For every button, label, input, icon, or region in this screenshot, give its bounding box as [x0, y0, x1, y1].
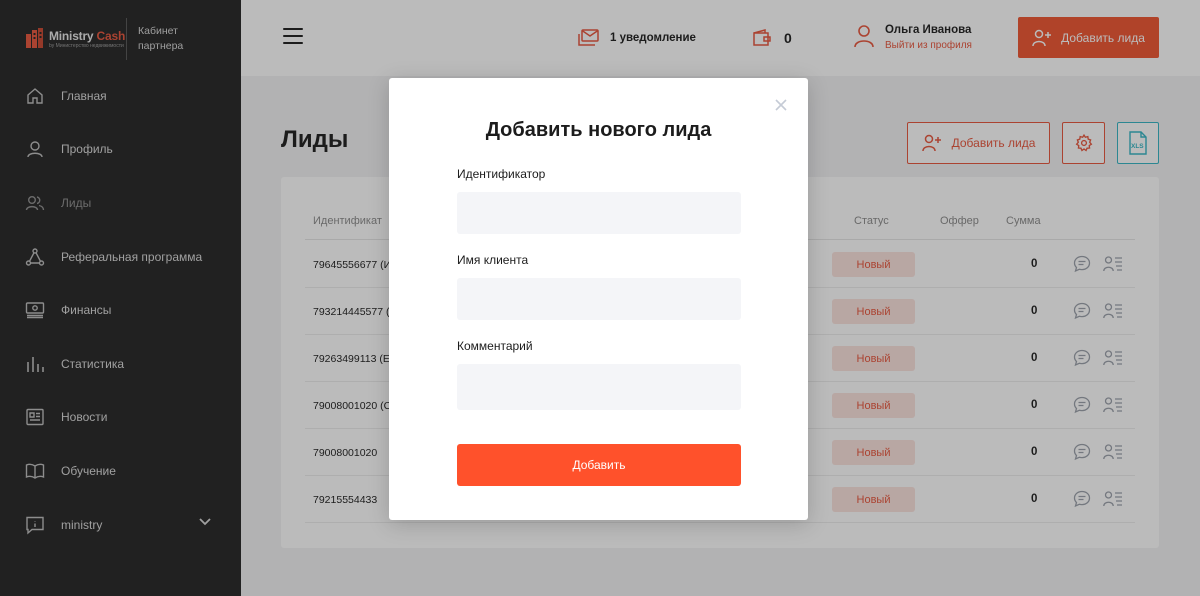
identifier-label: Идентификатор [457, 167, 546, 181]
comment-input[interactable] [457, 364, 741, 410]
modal-title: Добавить нового лида [485, 119, 712, 141]
client-name-label: Имя клиента [457, 253, 529, 267]
identifier-input[interactable] [457, 192, 741, 234]
client-name-input[interactable] [457, 278, 741, 320]
add-lead-modal: Добавить нового лида Идентификатор Имя к… [389, 78, 808, 520]
submit-button[interactable]: Добавить [457, 444, 741, 486]
close-icon[interactable] [774, 98, 788, 112]
comment-label: Комментарий [457, 339, 533, 353]
